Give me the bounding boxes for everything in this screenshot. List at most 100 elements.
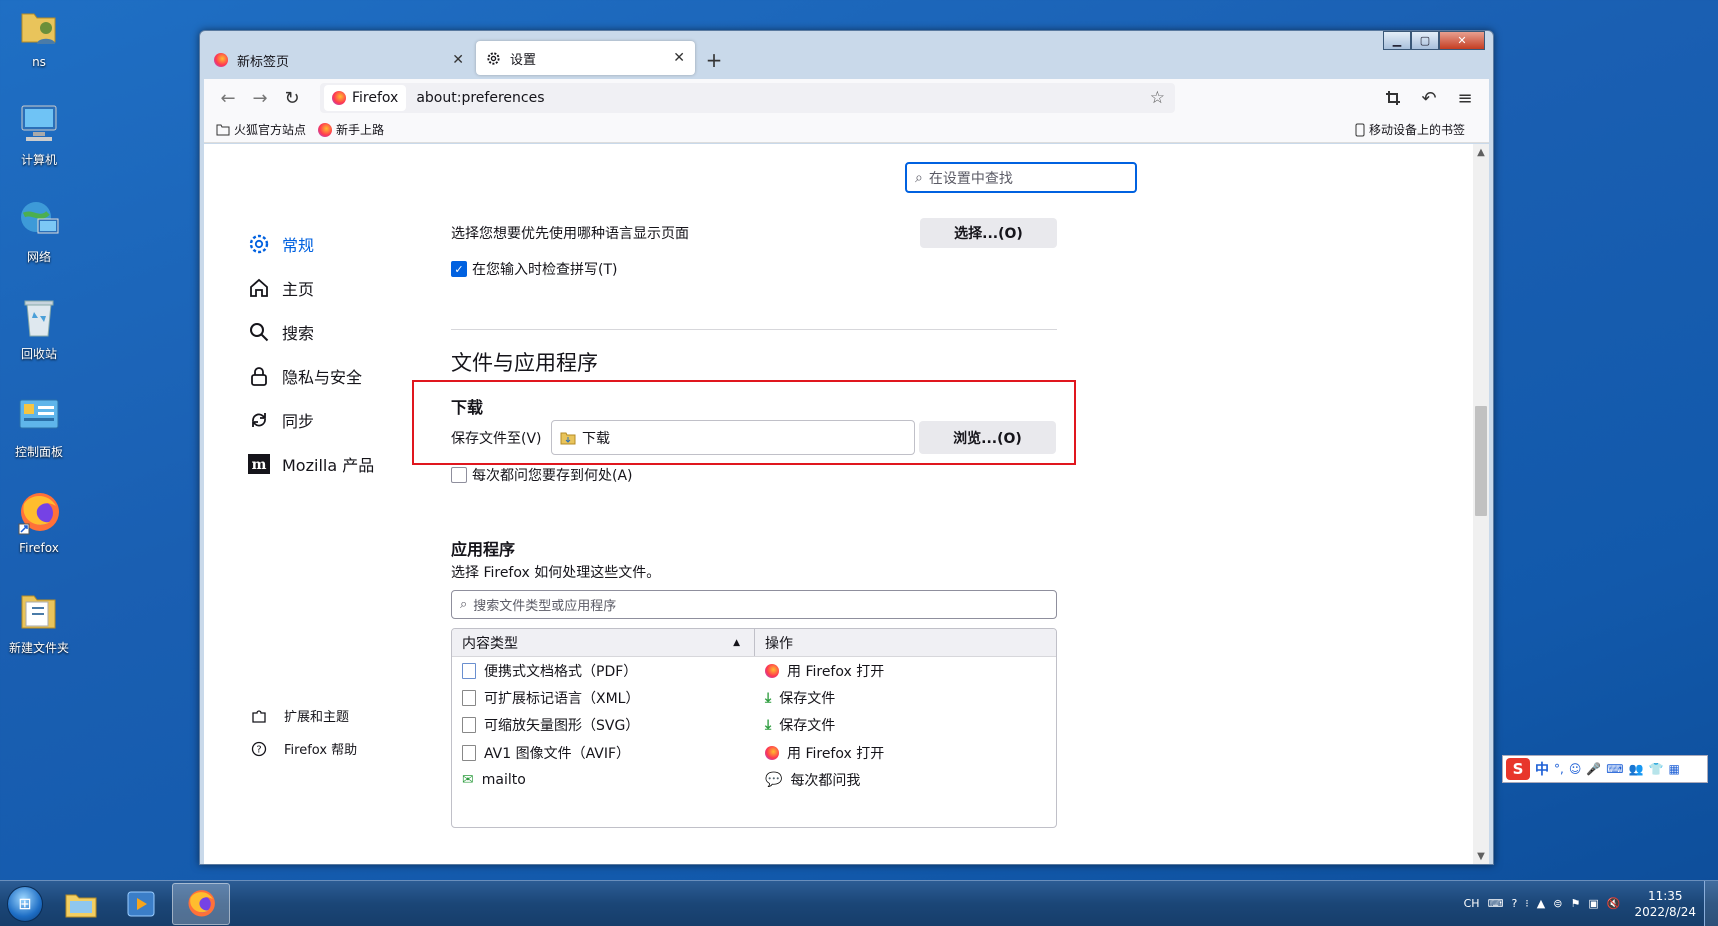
content-type: 可扩展标记语言（XML） [484,691,640,708]
windows-logo-icon: ⊞ [7,885,43,922]
bookmark-item[interactable]: 新手上路 [318,121,384,138]
svg-file-icon [462,717,476,734]
desktop-icon-recycle-bin[interactable]: 回收站 [6,294,72,362]
maximize-button[interactable]: ▢ [1411,31,1439,50]
firefox-icon [765,745,779,760]
desktop-icon-computer[interactable]: 计算机 [6,100,72,168]
crop-icon[interactable] [1377,82,1409,114]
sogou-logo-icon[interactable]: S [1506,758,1530,780]
clock[interactable]: 11:35 2022/8/24 [1634,888,1696,920]
close-icon[interactable]: ✕ [452,52,464,68]
flag-icon[interactable]: ⚑ [1570,897,1580,910]
spellcheck-checkbox[interactable]: ✓ [451,261,467,277]
table-row[interactable]: 便携式文档格式（PDF） 用 Firefox 打开 [452,657,1056,684]
keyboard-icon[interactable]: ⌨ [1488,897,1504,910]
language-indicator[interactable]: CH [1464,897,1480,910]
tab-settings[interactable]: 设置 ✕ [476,41,695,75]
desktop-icon-new-folder[interactable]: 新建文件夹 [6,588,72,656]
firefox-icon [318,122,333,137]
page-scrollbar[interactable]: ▲ ▼ [1473,144,1489,864]
desktop-icon-control-panel[interactable]: 控制面板 [6,392,72,460]
forward-icon[interactable]: → [244,82,276,114]
show-hidden-icons[interactable]: ▲ [1537,897,1545,910]
apps-search-input[interactable]: ⌕ 搜索文件类型或应用程序 [451,590,1057,619]
apps-search-placeholder: 搜索文件类型或应用程序 [473,599,617,614]
new-tab-button[interactable]: + [697,44,731,76]
network-icon[interactable]: ▣ [1588,897,1598,910]
tab-new-tab[interactable]: 新标签页 ✕ [204,44,474,76]
nav-item-mozilla[interactable]: m Mozilla 产品 [248,442,428,486]
divider [451,329,1057,330]
menu-icon[interactable]: ≡ [1449,82,1481,114]
table-row[interactable]: ✉ mailto 💬 每次都问我 [452,767,1056,794]
volume-icon[interactable]: 🔇 [1607,897,1621,910]
ask-location-label: 每次都问您要存到何处(A) [472,468,633,484]
ime-tray-icon[interactable]: ⊜ [1553,897,1562,910]
ime-mode[interactable]: 中 [1535,759,1549,779]
microphone-icon[interactable]: 🎤 [1586,762,1601,776]
url-text[interactable]: about:preferences [416,90,1149,106]
folder-outline-icon [216,124,230,135]
identity-box[interactable]: Firefox [324,85,407,111]
user-folder-icon [16,4,62,50]
desktop-icon-network[interactable]: 网络 [6,197,72,265]
ime-options-icon[interactable]: ⁝ [1525,897,1529,910]
minimize-button[interactable]: ▁ [1383,31,1411,50]
toolbox-icon[interactable]: ▦ [1669,762,1680,776]
mobile-bookmarks[interactable]: 移动设备上的书签 [1355,121,1465,138]
undo-icon[interactable]: ↶ [1413,82,1445,114]
column-header-type[interactable]: 内容类型 ▲ [452,629,755,656]
handlers-table: 内容类型 ▲ 操作 便携式文档格式（PDF） 用 Firefox 打开 可扩展标… [451,628,1057,828]
sort-up-icon: ▲ [733,637,740,648]
nav-item-home[interactable]: 主页 [248,266,428,310]
emoji-icon[interactable]: ☺ [1569,762,1582,776]
spellcheck-row[interactable]: ✓ 在您输入时检查拼写(T) [451,259,617,279]
settings-search-input[interactable]: ⌕ 在设置中查找 [905,162,1137,193]
nav-item-sync[interactable]: 同步 [248,398,428,442]
scroll-up-icon[interactable]: ▲ [1473,144,1489,160]
nav-item-help[interactable]: ? Firefox 帮助 [248,732,357,765]
table-row[interactable]: 可缩放矢量图形（SVG） ⤓ 保存文件 [452,712,1056,739]
xml-file-icon [462,690,476,707]
desktop-icon-label: 新建文件夹 [8,641,69,655]
choose-language-button[interactable]: 选择...(O) [920,218,1057,248]
pdf-file-icon [462,662,476,679]
table-row[interactable]: AV1 图像文件（AVIF） 用 Firefox 打开 [452,739,1056,766]
close-window-button[interactable]: ✕ [1439,31,1485,50]
clock-date: 2022/8/24 [1634,904,1696,919]
star-icon[interactable]: ☆ [1150,88,1165,108]
table-row[interactable]: 可扩展标记语言（XML） ⤓ 保存文件 [452,684,1056,711]
search-icon: ⌕ [915,169,923,186]
ask-location-checkbox[interactable] [451,467,467,483]
taskbar-media-player[interactable] [112,883,170,925]
close-icon[interactable]: ✕ [673,50,685,66]
punctuation-icon[interactable]: °, [1554,762,1564,776]
reload-icon[interactable]: ↻ [276,82,308,114]
scroll-down-icon[interactable]: ▼ [1473,848,1489,864]
help-icon[interactable]: ? [1511,897,1517,910]
url-bar[interactable]: Firefox about:preferences ☆ [320,83,1175,113]
taskbar-firefox[interactable] [172,882,230,925]
skin-icon[interactable]: 👕 [1649,762,1664,776]
language-row: 选择您想要优先使用哪种语言显示页面 选择...(O) [451,218,1057,248]
taskbar: ⊞ CH ⌨ ? ⁝ ▲ ⊜ ⚑ ▣ 🔇 11:35 2022/8/24 [0,880,1718,926]
show-desktop-button[interactable] [1704,880,1718,926]
back-icon[interactable]: ← [212,82,244,114]
taskbar-explorer[interactable] [52,883,110,925]
user-icon[interactable]: 👥 [1629,762,1644,776]
desktop-icon-firefox[interactable]: Firefox [6,490,72,555]
keyboard-icon[interactable]: ⌨ [1606,762,1623,776]
start-button[interactable]: ⊞ [0,881,50,926]
ask-location-row[interactable]: 每次都问您要存到何处(A) [451,465,633,485]
apps-description: 选择 Firefox 如何处理这些文件。 [451,565,661,581]
nav-item-general[interactable]: 常规 [248,222,428,266]
scrollbar-thumb[interactable] [1475,406,1487,516]
svg-text:m: m [252,457,267,473]
search-icon: ⌕ [460,597,468,612]
nav-item-privacy[interactable]: 隐私与安全 [248,354,428,398]
nav-item-extensions[interactable]: 扩展和主题 [248,699,357,732]
desktop-icon-ns[interactable]: ns [6,4,72,69]
bookmark-folder[interactable]: 火狐官方站点 [216,121,306,138]
nav-item-search[interactable]: 搜索 [248,310,428,354]
column-header-action[interactable]: 操作 [755,633,793,653]
